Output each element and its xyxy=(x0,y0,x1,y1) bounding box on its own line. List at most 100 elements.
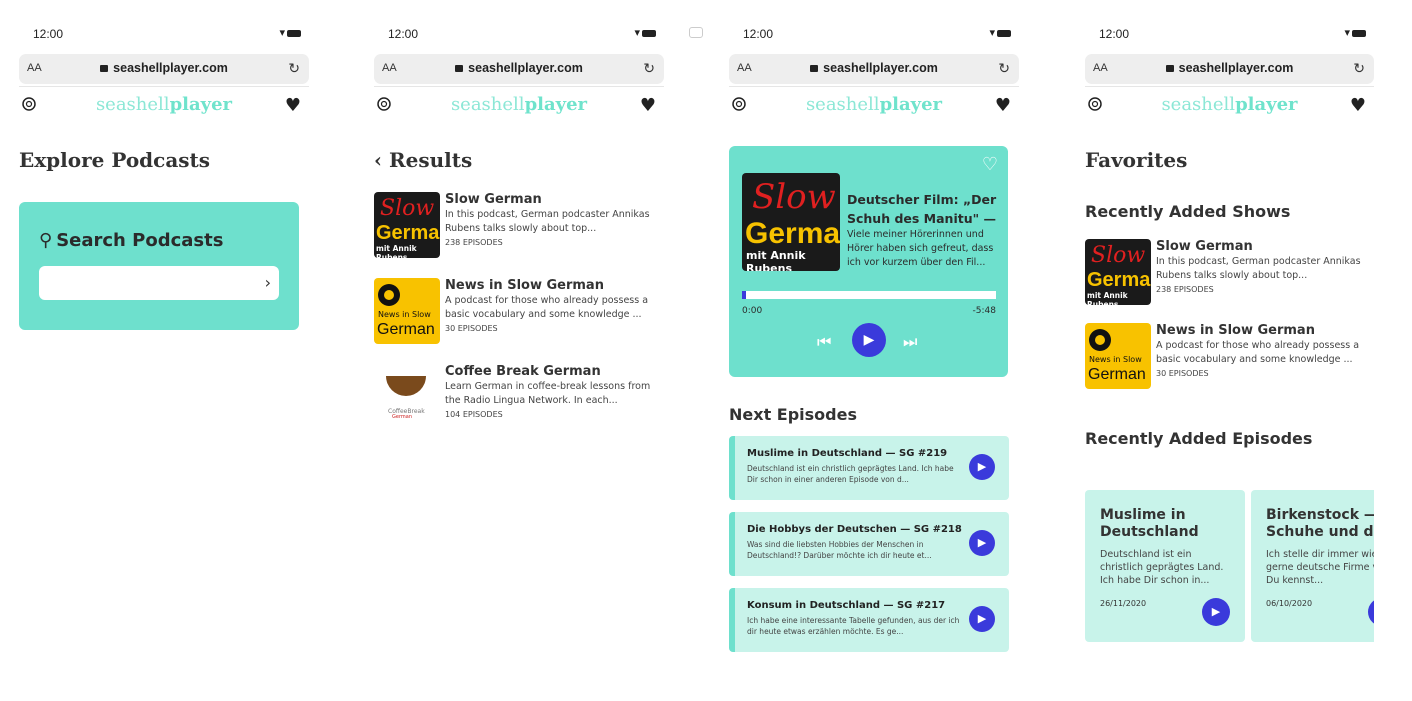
list-item[interactable]: SlowGermanmit Annik Rubens Slow German I… xyxy=(1085,239,1374,305)
comment-icon xyxy=(689,27,703,38)
list-item[interactable]: News in Slow German News in Slow German A… xyxy=(374,278,664,344)
screen-player: 12:00 ▾ AA seashellplayer.com ↻ seashell… xyxy=(729,0,1019,701)
chevron-right-icon[interactable]: › xyxy=(265,273,271,292)
url-text: seashellplayer.com xyxy=(1085,61,1374,75)
podcast-title: News in Slow German xyxy=(1156,323,1315,338)
status-bar: 12:00 ▾ xyxy=(1085,0,1374,48)
skip-forward-icon[interactable]: ⏭ xyxy=(903,332,917,352)
episode-desc: Was sind die liebsten Hobbies der Mensch… xyxy=(747,540,932,560)
section-title: Recently Added Episodes xyxy=(1085,429,1313,448)
podcast-desc: A podcast for those who already possess … xyxy=(445,295,649,320)
time-remaining: -5:48 xyxy=(972,306,996,316)
list-item[interactable]: CoffeeBreak German Coffee Break German Le… xyxy=(374,364,664,430)
episode-count: 238 EPISODES xyxy=(1156,285,1214,294)
episode-title: Birkenstock — Schuhe und die xyxy=(1266,507,1374,540)
reload-icon[interactable]: ↻ xyxy=(288,60,300,77)
episode-title: Muslime in Deutschland xyxy=(1100,507,1199,540)
episode-count: 104 EPISODES xyxy=(445,410,503,419)
page-title: Favorites xyxy=(1085,148,1188,172)
app-header: seashellplayer ♥ xyxy=(729,86,1019,126)
app-logo[interactable]: seashellplayer xyxy=(729,94,1019,115)
url-text: seashellplayer.com xyxy=(374,61,664,75)
podcast-artwork: SlowGermanmit Annik Rubens xyxy=(374,192,440,258)
list-item[interactable]: News in Slow German News in Slow German A… xyxy=(1085,323,1374,389)
podcast-artwork: SlowGermanmit Annik Rubens xyxy=(1085,239,1151,305)
progress-fill xyxy=(742,291,746,299)
heart-outline-icon[interactable]: ♡ xyxy=(982,154,998,175)
screen-explore: 12:00 ▾ AA seashellplayer.com ↻ seashell… xyxy=(19,0,309,701)
lock-icon xyxy=(455,65,464,72)
podcast-title: Slow German xyxy=(445,192,542,207)
app-logo[interactable]: seashellplayer xyxy=(1085,94,1374,115)
episode-count: 30 EPISODES xyxy=(445,324,498,333)
heart-icon[interactable]: ♥ xyxy=(285,95,301,116)
back-button[interactable]: ‹ Results xyxy=(374,148,664,172)
heart-icon[interactable]: ♥ xyxy=(640,95,656,116)
screen-favorites: 12:00 ▾ AA seashellplayer.com ↻ seashell… xyxy=(1085,0,1374,701)
list-item[interactable]: SlowGermanmit Annik Rubens Slow German I… xyxy=(374,192,664,258)
play-button[interactable]: ▶ xyxy=(969,530,995,556)
podcast-title: Slow German xyxy=(1156,239,1253,254)
podcast-title: Coffee Break German xyxy=(445,364,601,379)
url-bar[interactable]: AA seashellplayer.com ↻ xyxy=(374,54,664,84)
status-time: 12:00 xyxy=(743,27,774,41)
episode-desc: Deutschland ist ein christlich geprägtes… xyxy=(747,464,954,484)
episode-title: Konsum in Deutschland — SG #217 xyxy=(747,600,946,611)
episode-card[interactable]: Die Hobbys der Deutschen — SG #218 Was s… xyxy=(729,512,1009,576)
episode-count: 238 EPISODES xyxy=(445,238,503,247)
play-button[interactable]: ▶ xyxy=(1368,598,1374,626)
status-time: 12:00 xyxy=(1099,27,1130,41)
search-title: ⚲ Search Podcasts xyxy=(39,230,224,251)
play-button[interactable]: ▶ xyxy=(1202,598,1230,626)
reload-icon[interactable]: ↻ xyxy=(643,60,655,77)
episode-date: 26/11/2020 xyxy=(1100,599,1147,608)
episode-tile[interactable]: Birkenstock — Schuhe und die Ich stelle … xyxy=(1251,490,1374,642)
progress-bar[interactable] xyxy=(742,291,996,299)
page-title: Explore Podcasts xyxy=(19,148,211,172)
lock-icon xyxy=(1165,65,1174,72)
lock-icon xyxy=(100,65,109,72)
app-logo[interactable]: seashellplayer xyxy=(19,94,309,115)
episode-title: Deutscher Film: „Der Schuh des Manitu" — xyxy=(847,192,997,226)
episode-desc: Ich habe eine interessante Tabelle gefun… xyxy=(747,616,960,636)
status-bar: 12:00 ▾ xyxy=(374,0,664,48)
reload-icon[interactable]: ↻ xyxy=(1353,60,1365,77)
play-button[interactable]: ▶ xyxy=(969,454,995,480)
app-logo[interactable]: seashellplayer xyxy=(374,94,664,115)
shows-list: SlowGermanmit Annik Rubens Slow German I… xyxy=(1085,239,1374,389)
play-button[interactable]: ▶ xyxy=(969,606,995,632)
player-card: ♡ SlowGermanmit Annik Rubens Deutscher F… xyxy=(729,146,1008,377)
episode-date: 06/10/2020 xyxy=(1266,599,1313,608)
screen-results: 12:00 ▾ AA seashellplayer.com ↻ seashell… xyxy=(374,0,664,701)
url-text: seashellplayer.com xyxy=(729,61,1019,75)
podcast-artwork: CoffeeBreak German xyxy=(374,364,440,430)
episode-count: 30 EPISODES xyxy=(1156,369,1209,378)
search-input[interactable] xyxy=(39,266,279,300)
episode-tile[interactable]: Muslime in Deutschland Deutschland ist e… xyxy=(1085,490,1245,642)
status-bar: 12:00 ▾ xyxy=(729,0,1019,48)
podcast-desc: Learn German in coffee-break lessons fro… xyxy=(445,381,651,406)
search-icon: ⚲ xyxy=(39,230,53,251)
episode-title: Die Hobbys der Deutschen — SG #218 xyxy=(747,524,962,535)
wifi-battery-icon: ▾ xyxy=(279,26,301,39)
episode-card[interactable]: Muslime in Deutschland — SG #219 Deutsch… xyxy=(729,436,1009,500)
skip-back-icon[interactable]: ⏮ xyxy=(817,332,831,352)
reload-icon[interactable]: ↻ xyxy=(998,60,1010,77)
podcast-artwork: News in Slow German xyxy=(1085,323,1151,389)
heart-icon[interactable]: ♥ xyxy=(995,95,1011,116)
url-bar[interactable]: AA seashellplayer.com ↻ xyxy=(19,54,309,84)
url-bar[interactable]: AA seashellplayer.com ↻ xyxy=(1085,54,1374,84)
app-header: seashellplayer ♥ xyxy=(19,86,309,126)
section-title: Next Episodes xyxy=(729,405,857,424)
search-card: ⚲ Search Podcasts › xyxy=(19,202,299,330)
results-list: SlowGermanmit Annik Rubens Slow German I… xyxy=(374,192,664,430)
heart-icon[interactable]: ♥ xyxy=(1350,95,1366,116)
chevron-left-icon: ‹ xyxy=(374,148,389,172)
podcast-title: News in Slow German xyxy=(445,278,604,293)
section-title: Recently Added Shows xyxy=(1085,202,1291,221)
episode-card[interactable]: Konsum in Deutschland — SG #217 Ich habe… xyxy=(729,588,1009,652)
podcast-artwork: News in Slow German xyxy=(374,278,440,344)
url-bar[interactable]: AA seashellplayer.com ↻ xyxy=(729,54,1019,84)
app-header: seashellplayer ♥ xyxy=(1085,86,1374,126)
play-button[interactable]: ▶ xyxy=(852,323,886,357)
